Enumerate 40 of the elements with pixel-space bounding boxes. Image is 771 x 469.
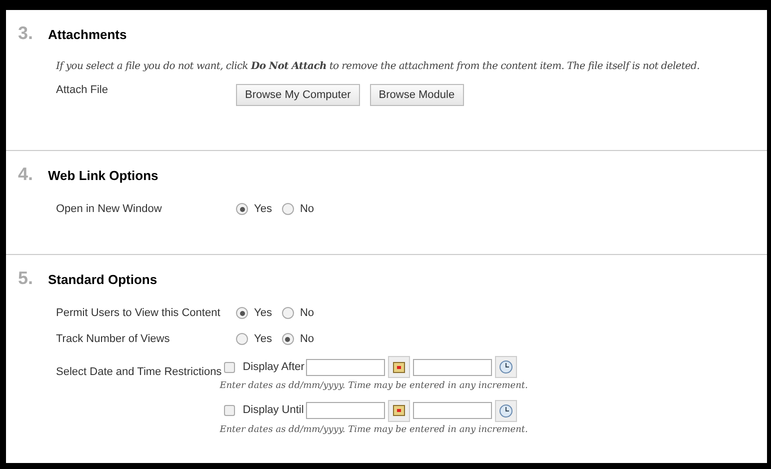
section-title: Web Link Options xyxy=(48,167,158,185)
option-label: Yes xyxy=(254,202,272,217)
date-field[interactable] xyxy=(306,358,386,376)
step-number: 3. xyxy=(18,22,34,45)
radio-button[interactable] xyxy=(236,307,248,319)
checkbox[interactable] xyxy=(224,405,235,416)
radio-button[interactable] xyxy=(236,203,248,215)
checkbox-label: Display After xyxy=(242,360,304,375)
checkbox-label: Display Until xyxy=(242,403,304,418)
calendar-icon[interactable] xyxy=(388,400,410,422)
option-label: No xyxy=(300,306,314,321)
browse-button[interactable]: Browse Module xyxy=(370,84,464,106)
date-field[interactable] xyxy=(306,402,385,419)
field-label: Permit Users to View this Content xyxy=(56,306,222,321)
option-label: Yes xyxy=(254,332,272,347)
section-title: Attachments xyxy=(48,26,127,44)
field-label: Track Number of Views xyxy=(56,332,171,347)
calendar-icon[interactable] xyxy=(388,356,410,378)
field-label: Select Date and Time Restrictions xyxy=(56,366,222,378)
option-label: Yes xyxy=(254,306,272,321)
step-number: 5. xyxy=(18,267,34,290)
clock-icon[interactable] xyxy=(495,356,518,378)
checkbox[interactable] xyxy=(224,362,235,372)
time-field[interactable] xyxy=(412,402,492,419)
option-label: No xyxy=(300,202,314,217)
browse-button[interactable]: Browse My Computer xyxy=(236,84,360,106)
step-number: 4. xyxy=(18,163,34,186)
field-label: Attach File xyxy=(56,83,109,98)
radio-button[interactable] xyxy=(282,333,294,345)
clock-icon[interactable] xyxy=(494,400,517,422)
section-note: If you select a file you do not want, click Do Not Attach to remove the attachment from the content item. The file itself is not deleted. xyxy=(54,60,701,74)
section-title: Standard Options xyxy=(48,271,158,289)
option-label: No xyxy=(300,332,314,347)
field-label: Open in New Window xyxy=(56,202,163,217)
radio-button[interactable] xyxy=(282,203,294,215)
radio-button[interactable] xyxy=(236,333,248,345)
radio-button[interactable] xyxy=(282,307,294,319)
date-hint: Enter dates as dd/mm/yyyy. Time may be entered in any increment. xyxy=(220,380,528,393)
date-hint: Enter dates as dd/mm/yyyy. Time may be entered in any increment. xyxy=(220,424,528,436)
time-field[interactable] xyxy=(413,358,492,376)
